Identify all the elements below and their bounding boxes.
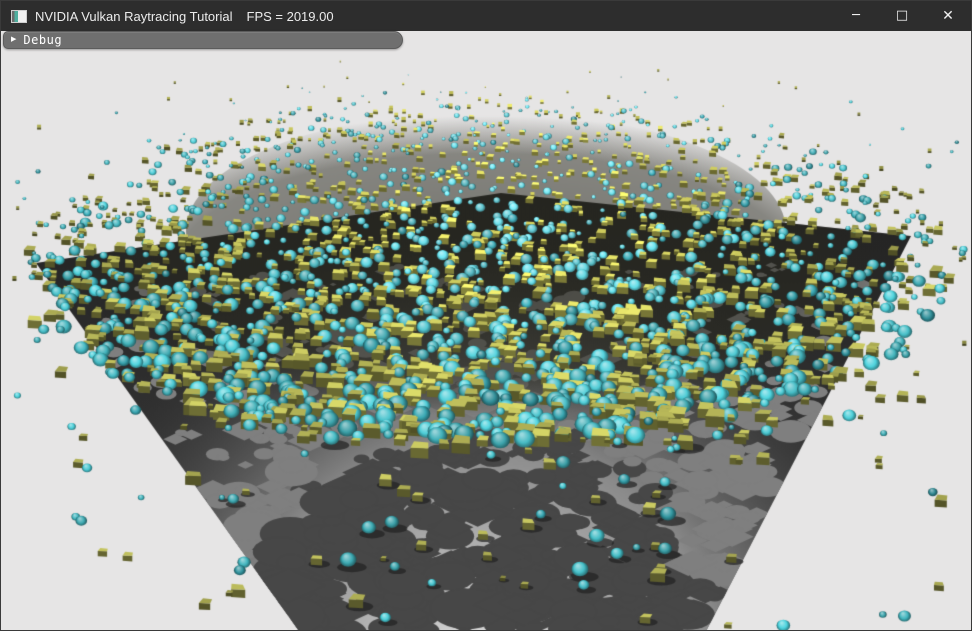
debug-panel-header[interactable]: ▶ Debug — [3, 31, 403, 49]
close-button[interactable]: ✕ — [925, 1, 971, 31]
minimize-button[interactable]: ─ — [833, 1, 879, 31]
maximize-button[interactable]: □ — [879, 1, 925, 31]
collapse-arrow-icon: ▶ — [11, 35, 16, 44]
fps-counter: FPS = 2019.00 — [247, 9, 334, 24]
window-title: NVIDIA Vulkan Raytracing Tutorial — [35, 9, 233, 24]
app-window: NVIDIA Vulkan Raytracing Tutorial FPS = … — [0, 0, 972, 631]
title-bar: NVIDIA Vulkan Raytracing Tutorial FPS = … — [1, 1, 971, 31]
app-icon — [11, 10, 27, 23]
minimize-icon: ─ — [852, 1, 860, 31]
render-viewport: ▶ Debug — [1, 31, 971, 630]
raytraced-scene-canvas[interactable] — [1, 31, 971, 630]
maximize-icon: □ — [896, 1, 908, 31]
debug-panel-label: Debug — [23, 33, 62, 47]
close-icon: ✕ — [942, 1, 954, 31]
